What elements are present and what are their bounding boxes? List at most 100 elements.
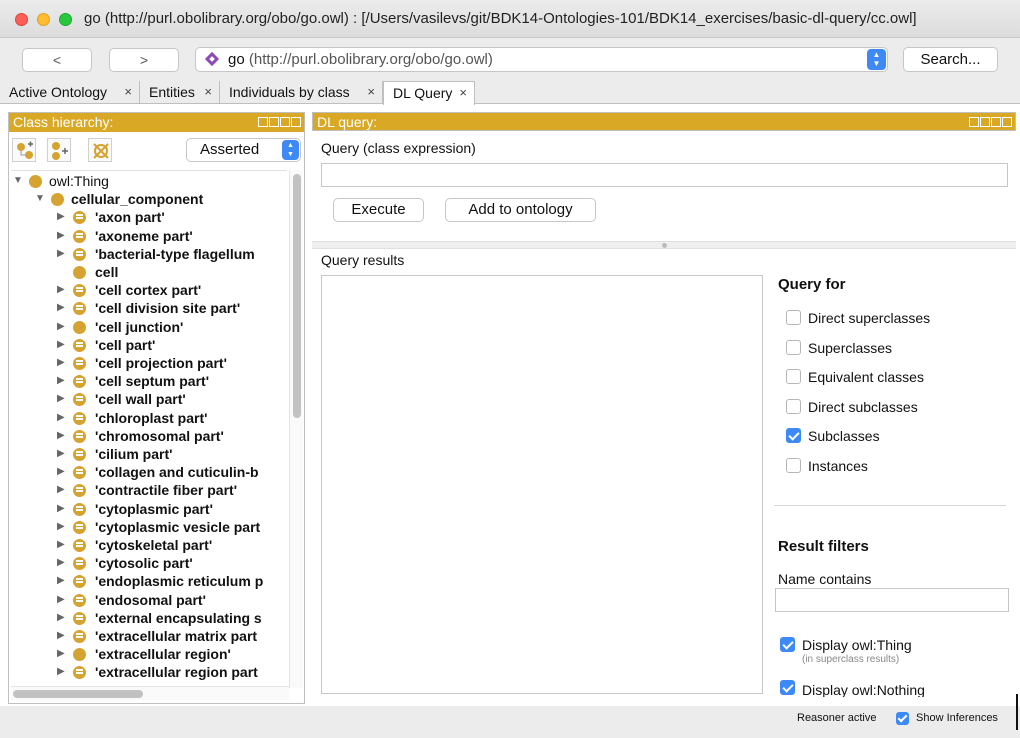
query-for-checkbox[interactable]	[786, 428, 801, 443]
tree-item[interactable]: ▶ 'cytoskeletal part'	[11, 536, 287, 554]
collapse-arrow-icon[interactable]: ▼	[13, 172, 23, 190]
tree-item[interactable]: ▶ 'endosomal part'	[11, 591, 287, 609]
add-sibling-icon[interactable]	[47, 138, 71, 162]
display-owl-nothing-checkbox[interactable]	[780, 680, 795, 695]
tree-item[interactable]: ▶ 'chloroplast part'	[11, 409, 287, 427]
tree-item[interactable]: ▶ 'cytoplasmic part'	[11, 500, 287, 518]
expand-arrow-icon[interactable]: ▶	[57, 227, 65, 245]
show-inferences-checkbox-row[interactable]: Show Inferences	[896, 711, 1016, 727]
select-stepper-icon[interactable]: ▲ ▼	[867, 49, 886, 70]
tree-item[interactable]: ▶ 'extracellular matrix part	[11, 627, 287, 645]
expand-arrow-icon[interactable]: ▶	[57, 609, 65, 627]
expand-arrow-icon[interactable]: ▶	[57, 245, 65, 263]
query-for-checkbox[interactable]	[786, 369, 801, 384]
expand-arrow-icon[interactable]: ▶	[57, 299, 65, 317]
panel-close-icon[interactable]	[291, 117, 301, 127]
tree-item[interactable]: ▶ 'cytoplasmic vesicle part	[11, 518, 287, 536]
collapse-arrow-icon[interactable]: ▼	[35, 190, 45, 208]
panel-close-icon[interactable]	[1002, 117, 1012, 127]
tree-item[interactable]: ▶ 'chromosomal part'	[11, 427, 287, 445]
expand-arrow-icon[interactable]: ▶	[57, 463, 65, 481]
display-owl-nothing-checkbox-row[interactable]: Display owl:Nothing	[780, 679, 1010, 697]
expand-arrow-icon[interactable]: ▶	[57, 627, 65, 645]
expand-arrow-icon[interactable]: ▶	[57, 409, 65, 427]
scrollbar-thumb[interactable]	[13, 690, 143, 698]
search-button[interactable]: Search...	[903, 47, 998, 72]
split-divider[interactable]	[312, 241, 1016, 249]
tree-item[interactable]: cell	[11, 263, 287, 281]
query-results-list[interactable]	[321, 275, 763, 694]
tree-item[interactable]: ▶ 'cell wall part'	[11, 390, 287, 408]
expand-arrow-icon[interactable]: ▶	[57, 591, 65, 609]
tree-item[interactable]: ▶ 'bacterial-type flagellum	[11, 245, 287, 263]
expand-arrow-icon[interactable]: ▶	[57, 536, 65, 554]
execute-button[interactable]: Execute	[333, 198, 424, 222]
tree-item[interactable]: ▶ 'cell septum part'	[11, 372, 287, 390]
panel-split-icon[interactable]	[258, 117, 268, 127]
tree-item[interactable]: ▶ 'cell division site part'	[11, 299, 287, 317]
close-tab-icon[interactable]: ×	[124, 81, 132, 103]
expand-arrow-icon[interactable]: ▶	[57, 572, 65, 590]
add-to-ontology-button[interactable]: Add to ontology	[445, 198, 596, 222]
tree-item[interactable]: ▶ 'cell cortex part'	[11, 281, 287, 299]
tree-item[interactable]: ▶ 'cytosolic part'	[11, 554, 287, 572]
query-for-checkbox[interactable]	[786, 457, 801, 473]
display-owl-thing-checkbox-row[interactable]: Display owl:Thing	[780, 636, 1010, 654]
divider-handle-icon[interactable]	[662, 243, 667, 248]
tree-item[interactable]: ▶ 'contractile fiber part'	[11, 481, 287, 499]
tree-item[interactable]: ▶ 'cell junction'	[11, 318, 287, 336]
name-contains-input[interactable]	[775, 588, 1009, 612]
delete-class-icon[interactable]	[88, 138, 112, 162]
tree-item[interactable]: ▼ owl:Thing	[11, 172, 287, 190]
tree-item[interactable]: ▶ 'collagen and cuticulin-b	[11, 463, 287, 481]
scrollbar-thumb[interactable]	[293, 174, 301, 418]
hierarchy-mode-select[interactable]: Asserted ▲ ▼	[186, 138, 301, 162]
query-for-checkbox[interactable]	[786, 310, 801, 325]
close-tab-icon[interactable]: ×	[367, 81, 375, 103]
active-ontology-select[interactable]: go (http://purl.obolibrary.org/obo/go.ow…	[195, 47, 888, 72]
show-inferences-checkbox[interactable]	[896, 712, 909, 725]
tree-item[interactable]: ▶ 'axoneme part'	[11, 227, 287, 245]
expand-arrow-icon[interactable]: ▶	[57, 208, 65, 226]
tree-horizontal-scrollbar[interactable]	[11, 686, 289, 700]
tree-item[interactable]: ▼ cellular_component	[11, 190, 287, 208]
panel-float-icon[interactable]	[991, 117, 1001, 127]
close-tab-icon[interactable]: ×	[459, 82, 467, 104]
expand-arrow-icon[interactable]: ▶	[57, 318, 65, 336]
back-button[interactable]: <	[22, 48, 92, 72]
expand-arrow-icon[interactable]: ▶	[57, 354, 65, 372]
close-tab-icon[interactable]: ×	[204, 81, 212, 103]
close-window-button[interactable]	[15, 13, 28, 26]
minimize-window-button[interactable]	[37, 13, 50, 26]
expand-arrow-icon[interactable]: ▶	[57, 336, 65, 354]
expand-arrow-icon[interactable]: ▶	[57, 281, 65, 299]
expand-arrow-icon[interactable]: ▶	[57, 390, 65, 408]
query-for-checkbox[interactable]	[786, 398, 801, 414]
expand-arrow-icon[interactable]: ▶	[57, 427, 65, 445]
tab-active-ontology[interactable]: Active Ontology ×	[0, 81, 140, 104]
maximize-window-button[interactable]	[59, 13, 72, 26]
display-owl-thing-checkbox[interactable]	[780, 637, 795, 652]
forward-button[interactable]: >	[109, 48, 179, 72]
tree-item[interactable]: ▶ 'cell part'	[11, 336, 287, 354]
tab-dl-query[interactable]: DL Query ×	[383, 81, 475, 105]
panel-split-icon[interactable]	[969, 117, 979, 127]
expand-arrow-icon[interactable]: ▶	[57, 645, 65, 663]
panel-minimize-icon[interactable]	[980, 117, 990, 127]
expand-arrow-icon[interactable]: ▶	[57, 500, 65, 518]
query-for-checkbox[interactable]	[786, 339, 801, 355]
add-subclass-icon[interactable]	[12, 138, 36, 162]
tree-vertical-scrollbar[interactable]	[289, 170, 303, 688]
expand-arrow-icon[interactable]: ▶	[57, 518, 65, 536]
expand-arrow-icon[interactable]: ▶	[57, 554, 65, 572]
query-expression-input[interactable]	[321, 163, 1008, 187]
expand-arrow-icon[interactable]: ▶	[57, 372, 65, 390]
tree-item[interactable]: ▶ 'extracellular region'	[11, 645, 287, 663]
panel-minimize-icon[interactable]	[269, 117, 279, 127]
tab-individuals-by-class[interactable]: Individuals by class ×	[220, 81, 383, 104]
tree-item[interactable]: ▶ 'cilium part'	[11, 445, 287, 463]
expand-arrow-icon[interactable]: ▶	[57, 663, 65, 681]
tab-entities[interactable]: Entities ×	[140, 81, 220, 104]
class-tree[interactable]: ▼ owl:Thing ▼ cellular_component ▶'axon part…	[11, 170, 287, 686]
tree-item[interactable]: ▶ 'cell projection part'	[11, 354, 287, 372]
